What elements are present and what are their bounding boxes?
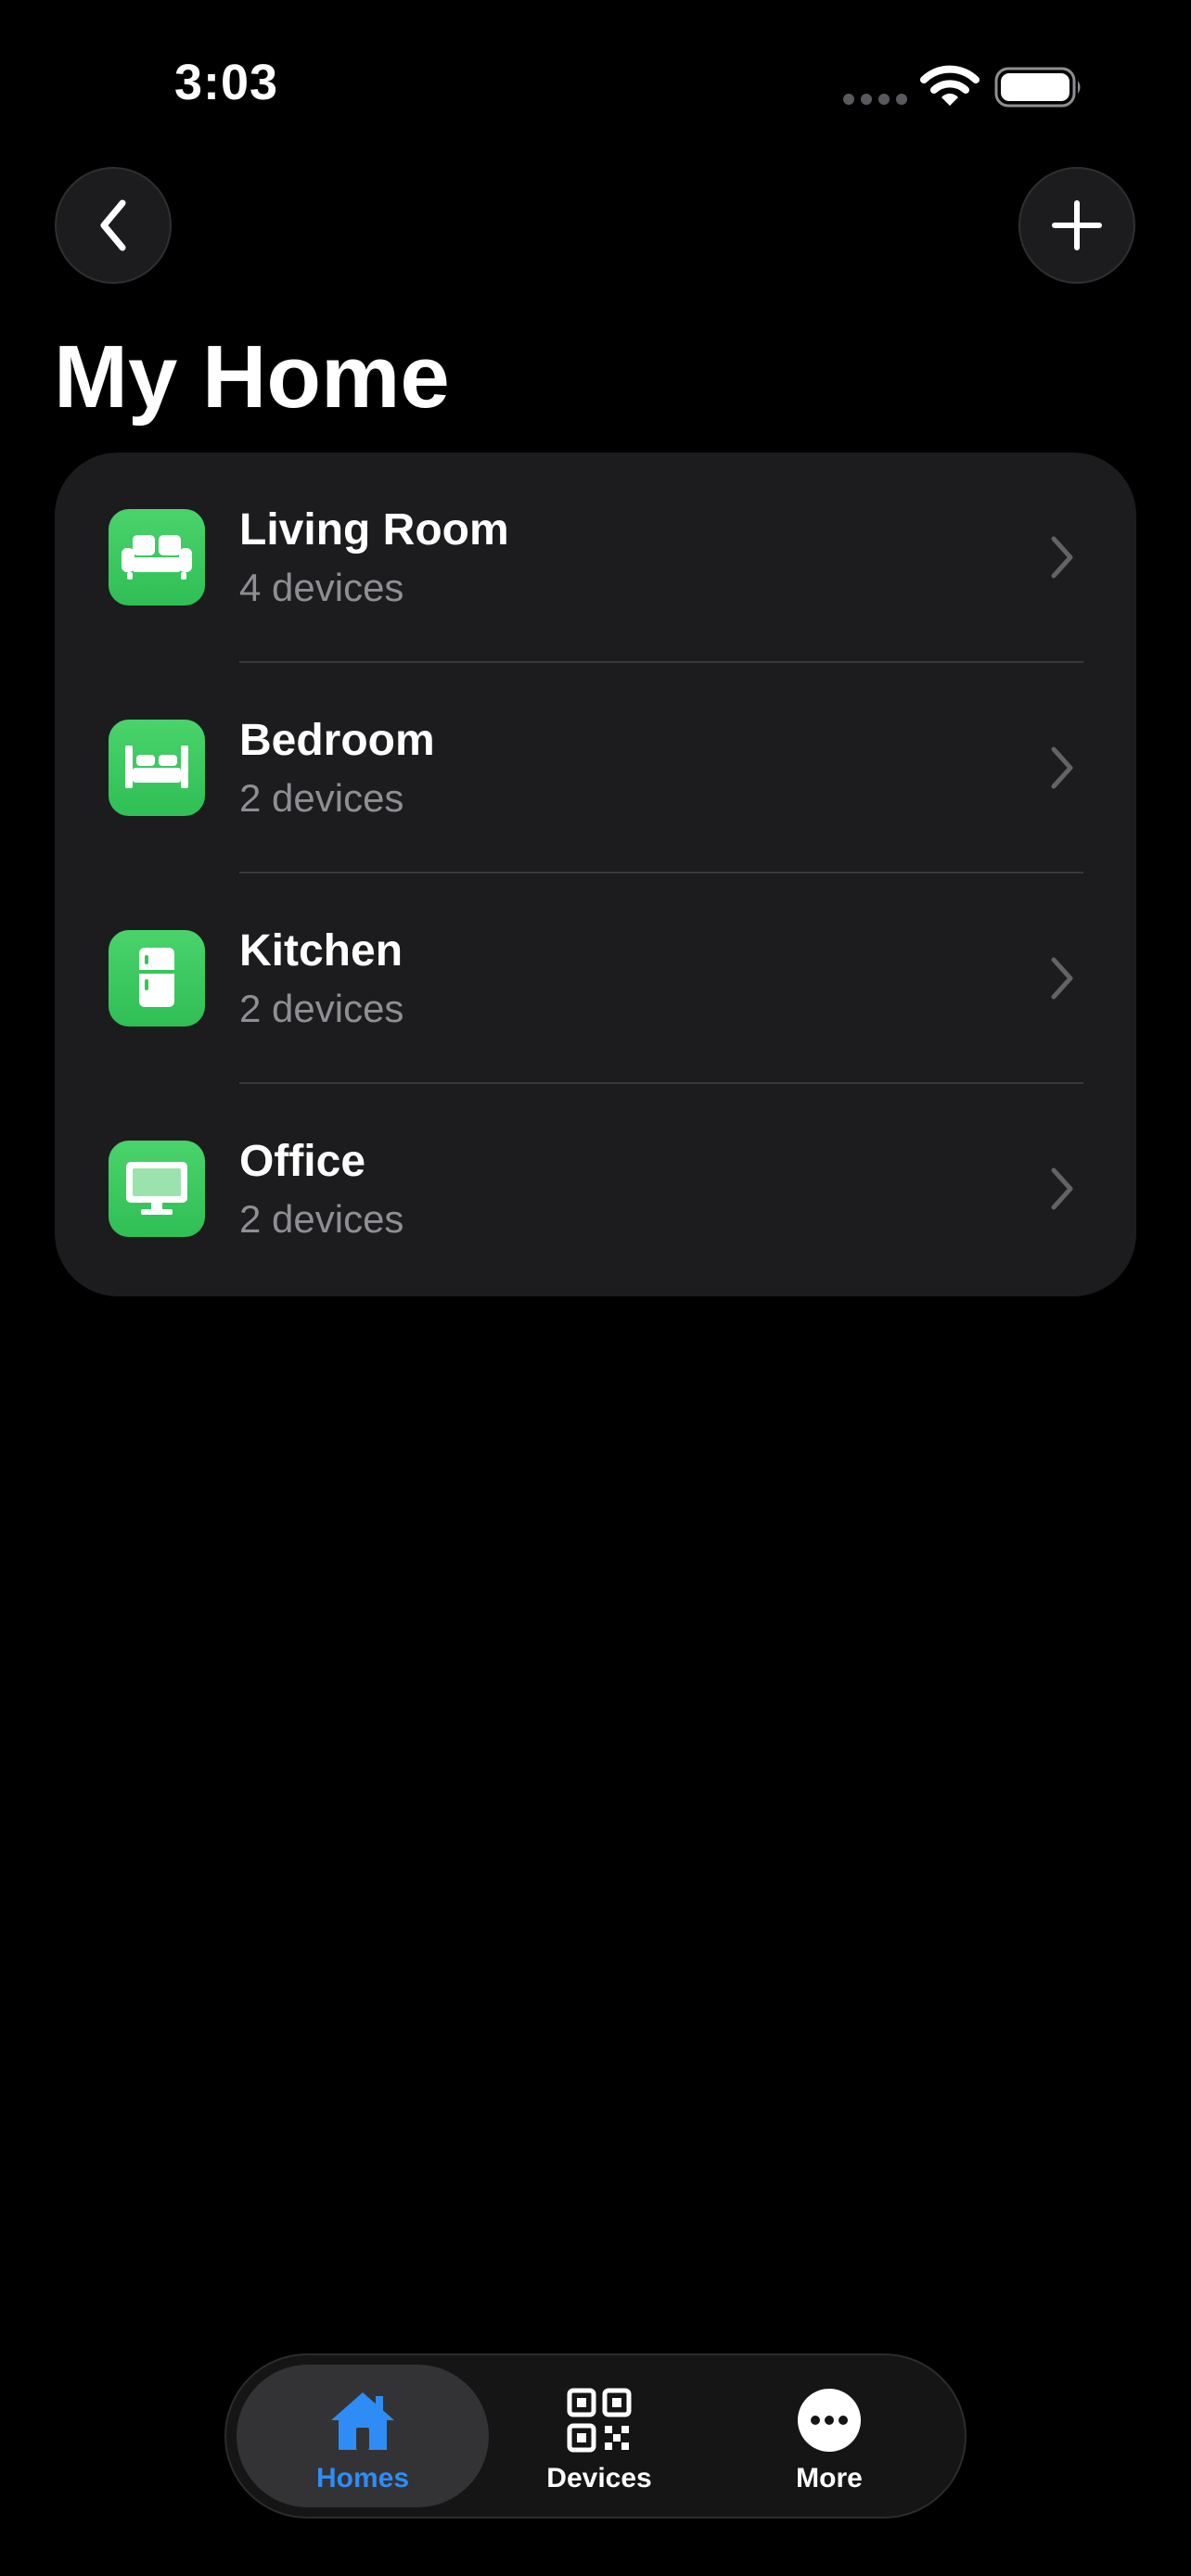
battery-icon [994,67,1081,108]
room-name: Bedroom [239,716,435,765]
add-room-button[interactable] [1018,167,1135,284]
house-icon [331,2392,394,2450]
cellular-signal-icon [843,94,907,105]
tab-label: Homes [315,2463,410,2493]
chevron-left-icon [100,199,126,251]
room-row-bedroom[interactable]: Bedroom 2 devices [55,663,1136,874]
tab-devices[interactable]: Devices [473,2365,725,2507]
chevron-right-icon [1051,746,1073,789]
refrigerator-icon [139,948,174,1007]
room-name: Living Room [239,505,509,555]
tab-more[interactable]: More [703,2365,955,2507]
wifi-icon [920,65,980,106]
more-icon [798,2389,861,2452]
room-name: Kitchen [239,926,403,976]
room-device-count: 4 devices [239,566,404,609]
status-time: 3:03 [174,55,279,110]
room-device-count: 2 devices [239,776,404,820]
qr-code-icon [567,2388,632,2453]
room-row-living-room[interactable]: Living Room 4 devices [55,453,1136,663]
chevron-right-icon [1051,536,1073,579]
room-icon-tile [109,720,205,816]
room-device-count: 2 devices [239,1197,404,1241]
desktop-icon [126,1162,187,1215]
chevron-right-icon [1051,1167,1073,1210]
tab-homes[interactable]: Homes [237,2365,489,2507]
sofa-icon [122,535,192,580]
chevron-right-icon [1051,957,1073,1000]
tab-label: Devices [546,2463,652,2493]
tab-bar: Homes Devices More [224,2353,967,2519]
room-name: Office [239,1137,366,1186]
room-row-office[interactable]: Office 2 devices [55,1084,1136,1294]
bed-icon [125,746,188,788]
rooms-list: Living Room 4 devices Bedroom 2 devices [55,453,1136,1296]
room-icon-tile [109,1141,205,1237]
plus-icon [1052,200,1102,250]
tab-label: More [796,2463,863,2493]
room-device-count: 2 devices [239,987,404,1030]
status-bar: 3:03 [0,0,1191,139]
room-icon-tile [109,930,205,1027]
room-row-kitchen[interactable]: Kitchen 2 devices [55,874,1136,1084]
room-icon-tile [109,509,205,606]
page-title: My Home [54,327,450,427]
back-button[interactable] [55,167,172,284]
